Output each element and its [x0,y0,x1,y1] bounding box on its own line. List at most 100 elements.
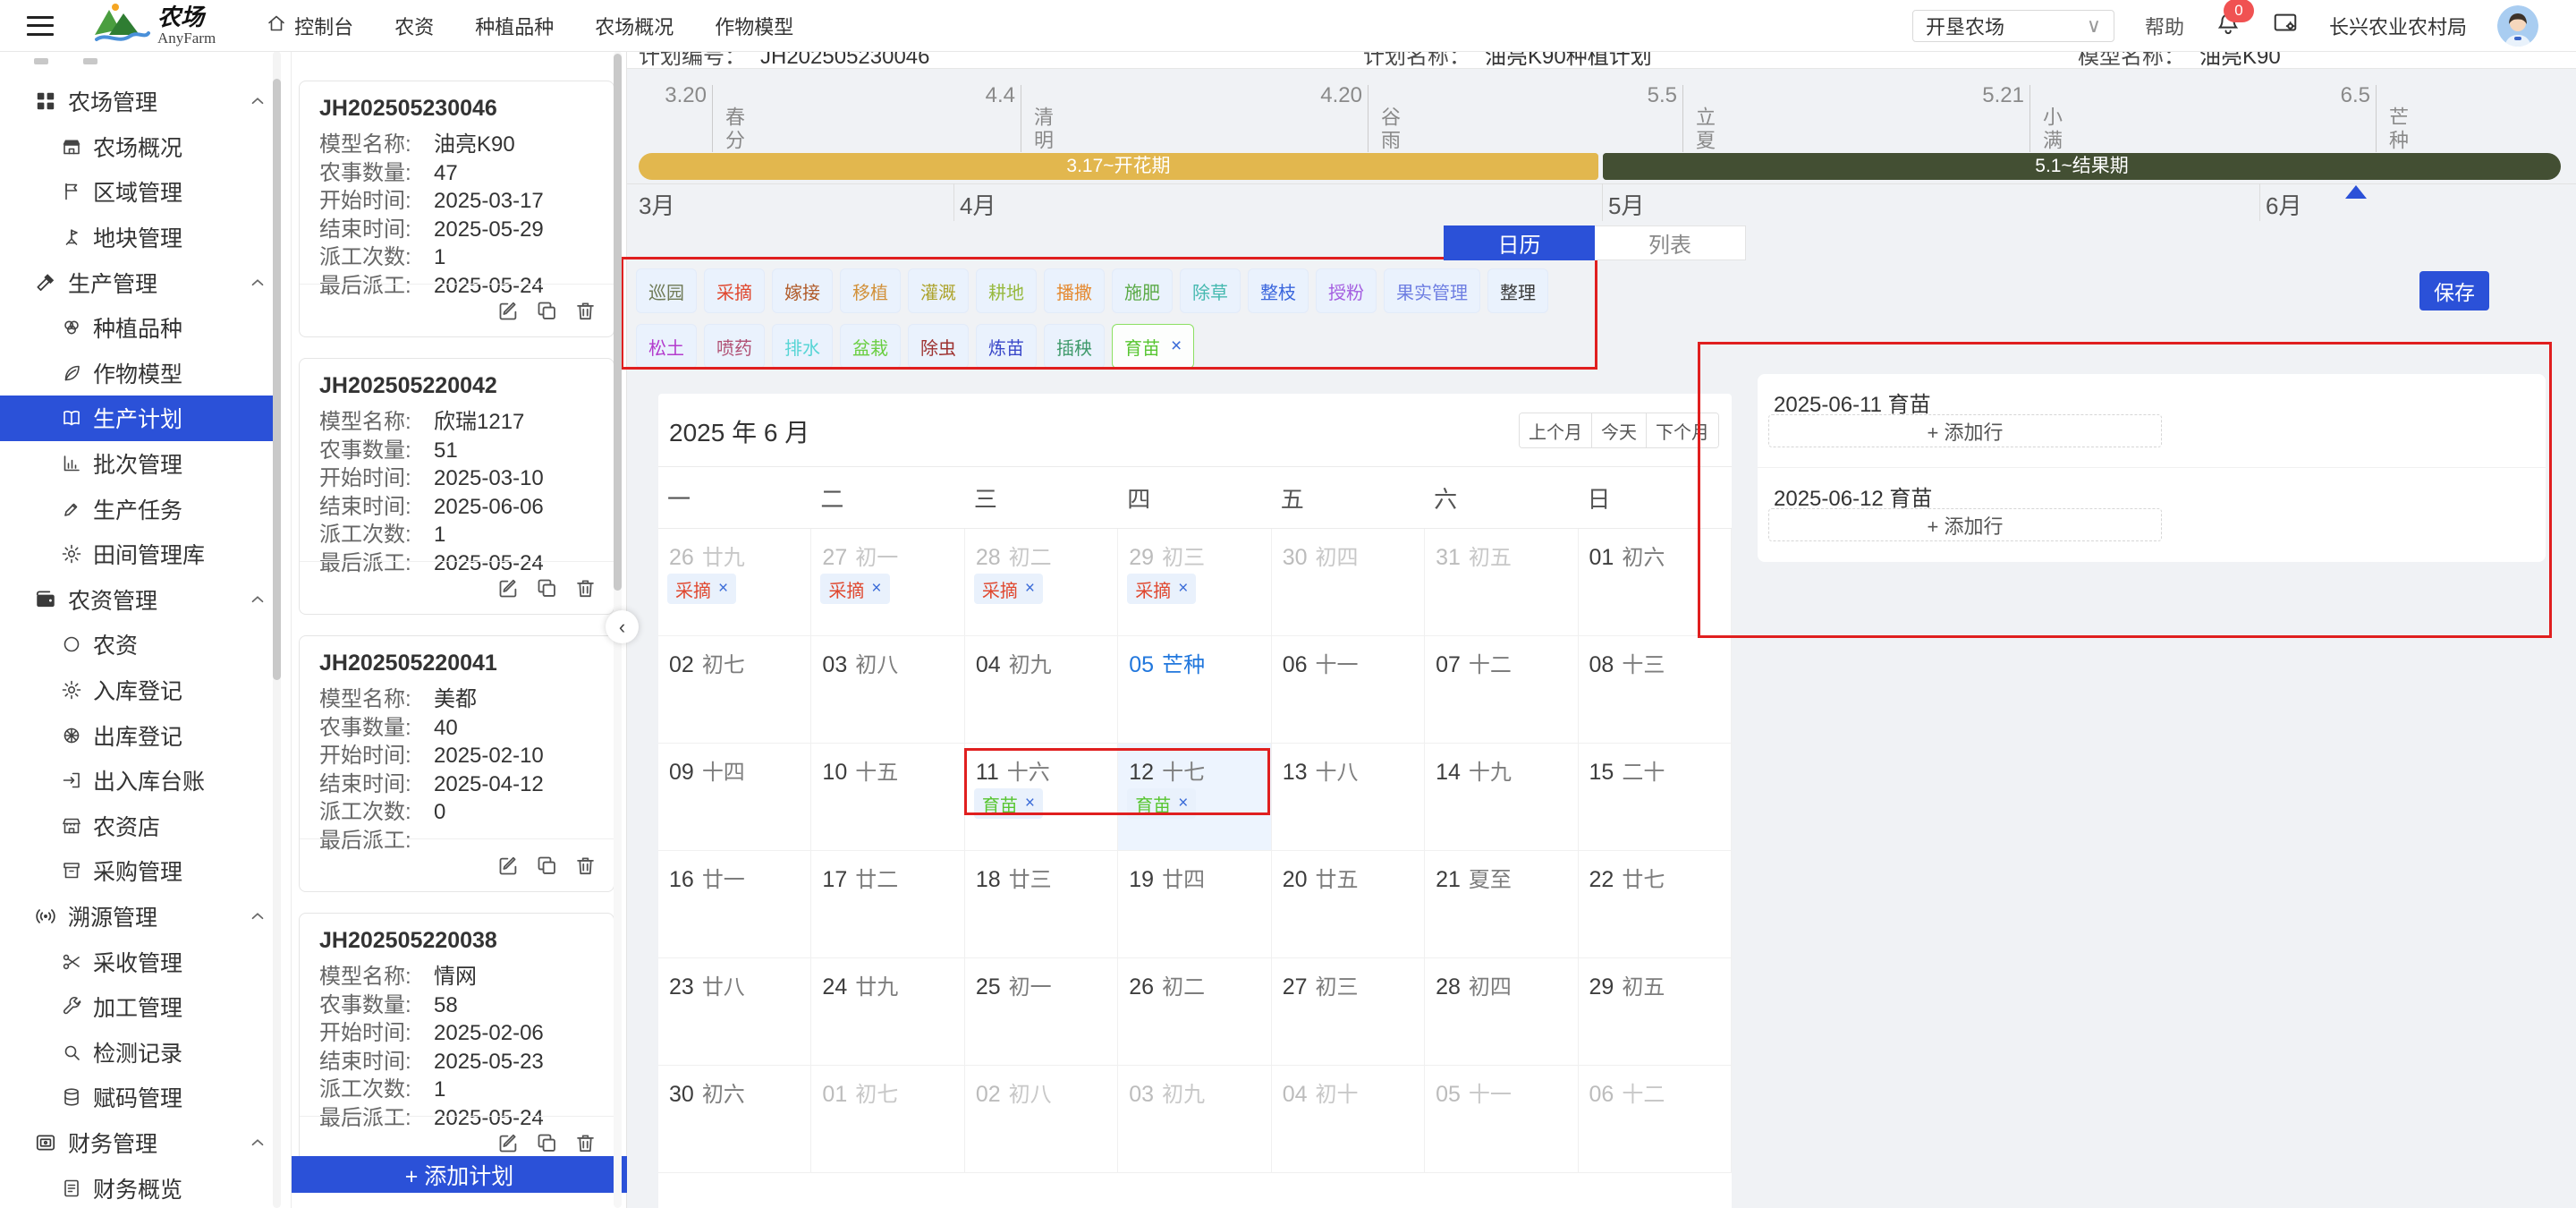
tag-嫁接[interactable]: 嫁接 [772,268,833,313]
calendar-day-06[interactable]: 06十一 [1272,636,1425,744]
nav-item-3[interactable]: 种植品种 [475,12,554,40]
sidebar-scrollbar-thumb[interactable] [273,79,281,680]
sidebar-item-种植品种[interactable]: 种植品种 [0,305,291,351]
sidebar-item-检测记录[interactable]: 检测记录 [0,1029,291,1075]
edit-icon[interactable] [496,299,521,323]
day-event-chip[interactable]: 采摘× [974,574,1043,604]
edit-icon[interactable] [496,854,521,878]
calendar-day-11[interactable]: 11十六育苗× [965,744,1118,851]
day-event-chip[interactable]: 育苗× [1127,788,1196,819]
phase-bar[interactable]: 3.17~开花期 [639,153,1598,180]
sidebar-item-区域管理[interactable]: 区域管理 [0,169,291,215]
farm-select[interactable]: 开垦农场 ∨ [1912,10,2114,42]
nav-item-5[interactable]: 作物模型 [715,12,793,40]
sidebar-item-田间管理库[interactable]: 田间管理库 [0,532,291,577]
calendar-nav-prev[interactable]: 上个月 [1520,413,1591,447]
calendar-day-05[interactable]: 05十一 [1425,1066,1578,1173]
day-event-chip[interactable]: 采摘× [1127,574,1196,604]
nav-item-1[interactable]: 控制台 [266,12,353,40]
sidebar-group-5[interactable]: 财务管理 [0,1120,291,1166]
event-remove-icon[interactable]: × [871,579,881,599]
day-event-chip[interactable]: 采摘× [820,574,889,604]
tag-整理[interactable]: 整理 [1487,268,1548,313]
tag-整枝[interactable]: 整枝 [1248,268,1309,313]
calendar-day-02[interactable]: 02初七 [658,636,811,744]
sidebar-item-生产任务[interactable]: 生产任务 [0,486,291,532]
calendar-day-09[interactable]: 09十四 [658,744,811,851]
menu-toggle-icon[interactable] [27,16,54,36]
copy-icon[interactable] [535,299,559,323]
calendar-day-12[interactable]: 12十七育苗× [1118,744,1271,851]
calendar-day-01[interactable]: 01初七 [811,1066,964,1173]
tag-巡园[interactable]: 巡园 [636,268,697,313]
copy-icon[interactable] [535,1131,559,1155]
calendar-day-01[interactable]: 01初六 [1579,529,1732,636]
nav-item-4[interactable]: 农场概况 [595,12,674,40]
add-plan-button[interactable]: + 添加计划 [292,1156,627,1193]
sidebar-item-地块管理[interactable]: 地块管理 [0,215,291,260]
tag-授粉[interactable]: 授粉 [1316,268,1377,313]
tag-播撒[interactable]: 播撒 [1044,268,1105,313]
calendar-day-15[interactable]: 15二十 [1579,744,1732,851]
sidebar-group-4[interactable]: 溯源管理 [0,894,291,940]
tab-list[interactable]: 列表 [1595,225,1746,260]
add-row-button[interactable]: + 添加行 [1768,414,2162,447]
tag-果实管理[interactable]: 果实管理 [1384,268,1480,313]
tag-喷药[interactable]: 喷药 [704,324,765,369]
calendar-day-04[interactable]: 04初十 [1272,1066,1425,1173]
calendar-day-03[interactable]: 03初九 [1118,1066,1271,1173]
delete-icon[interactable] [573,1131,597,1155]
tag-除虫[interactable]: 除虫 [908,324,969,369]
calendar-day-25[interactable]: 25初一 [965,958,1118,1066]
phase-bar[interactable]: 5.1~结果期 [1603,153,2561,180]
calendar-day-24[interactable]: 24廿九 [811,958,964,1066]
edit-icon[interactable] [496,576,521,600]
calendar-day-31[interactable]: 31初五 [1425,529,1578,636]
calendar-day-29[interactable]: 29初五 [1579,958,1732,1066]
tab-calendar[interactable]: 日历 [1444,225,1595,260]
calendar-day-27[interactable]: 27初一采摘× [811,529,964,636]
nav-item-2[interactable]: 农资 [394,12,434,40]
sidebar-item-赋码管理[interactable]: 赋码管理 [0,1075,291,1120]
tag-盆栽[interactable]: 盆栽 [840,324,901,369]
sidebar-item-生产计划[interactable]: 生产计划 [0,396,278,441]
calendar-day-18[interactable]: 18廿三 [965,851,1118,958]
event-remove-icon[interactable]: × [1178,579,1188,599]
calendar-nav-today[interactable]: 今天 [1591,413,1646,447]
calendar-day-16[interactable]: 16廿一 [658,851,811,958]
sidebar-item-出库登记[interactable]: 出库登记 [0,712,291,758]
sidebar-item-农场概况[interactable]: 农场概况 [0,124,291,170]
calendar-day-10[interactable]: 10十五 [811,744,964,851]
tag-除草[interactable]: 除草 [1180,268,1241,313]
calendar-day-26[interactable]: 26廿九采摘× [658,529,811,636]
event-remove-icon[interactable]: × [1025,794,1035,813]
calendar-day-13[interactable]: 13十八 [1272,744,1425,851]
tag-排水[interactable]: 排水 [772,324,833,369]
calendar-day-26[interactable]: 26初二 [1118,958,1271,1066]
help-link[interactable]: 帮助 [2145,12,2184,40]
plans-scrollbar-thumb[interactable] [614,54,622,591]
sidebar-item-入库登记[interactable]: 入库登记 [0,668,291,713]
calendar-day-28[interactable]: 28初二采摘× [965,529,1118,636]
calendar-day-03[interactable]: 03初八 [811,636,964,744]
edit-icon[interactable] [496,1131,521,1155]
tag-插秧[interactable]: 插秧 [1044,324,1105,369]
panel-collapse-handle[interactable]: ‹ [606,610,639,643]
delete-icon[interactable] [573,854,597,878]
copy-icon[interactable] [535,576,559,600]
day-event-chip[interactable]: 采摘× [667,574,736,604]
notifications-button[interactable]: 0 [2215,10,2241,41]
calendar-day-17[interactable]: 17廿二 [811,851,964,958]
calendar-day-05[interactable]: 05芒种 [1118,636,1271,744]
event-remove-icon[interactable]: × [718,579,728,599]
tag-耕地[interactable]: 耕地 [976,268,1037,313]
delete-icon[interactable] [573,299,597,323]
delete-icon[interactable] [573,576,597,600]
sidebar-item-采收管理[interactable]: 采收管理 [0,939,291,984]
calendar-day-20[interactable]: 20廿五 [1272,851,1425,958]
avatar[interactable] [2497,5,2538,47]
tag-炼苗[interactable]: 炼苗 [976,324,1037,369]
calendar-day-02[interactable]: 02初八 [965,1066,1118,1173]
calendar-day-27[interactable]: 27初三 [1272,958,1425,1066]
plan-card[interactable]: JH202505230046 模型名称:油亮K90农事数量:47开始时间:202… [299,81,614,337]
